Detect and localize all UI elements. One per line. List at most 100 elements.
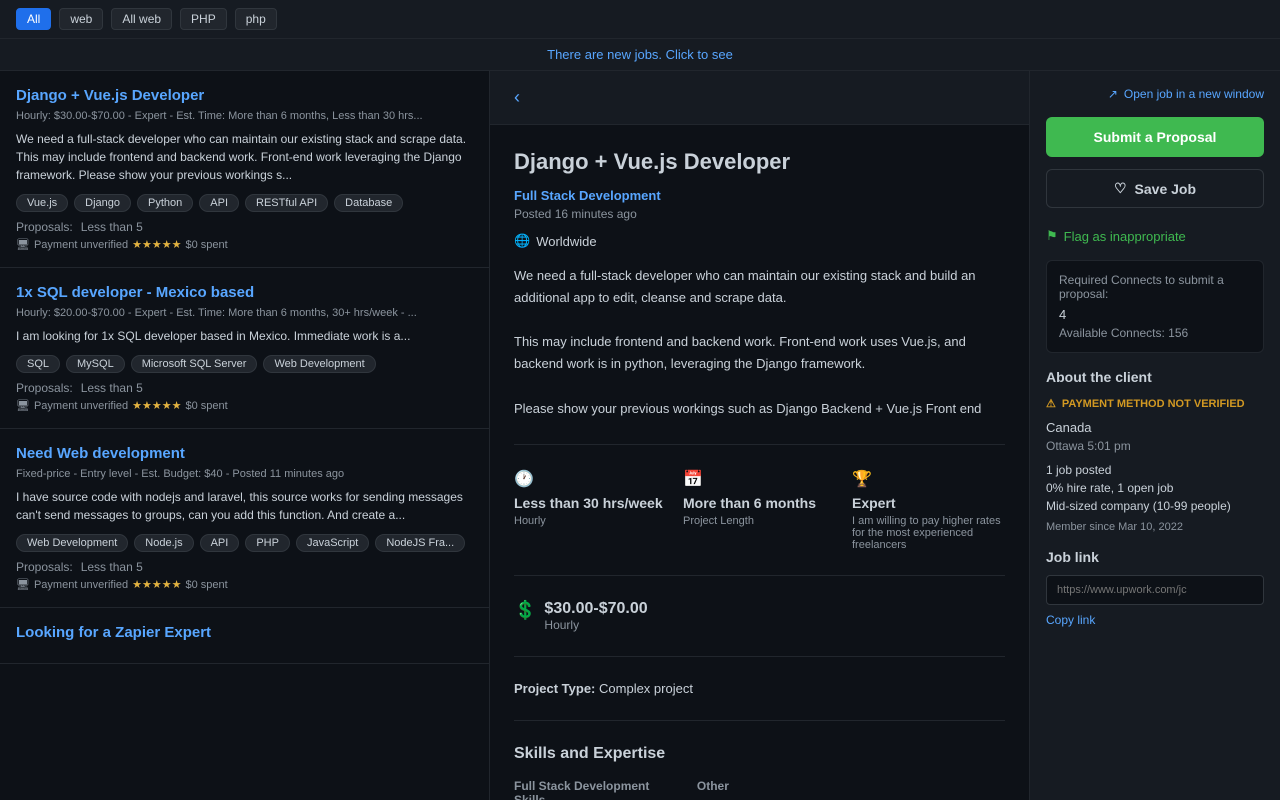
other-col-title: Other <box>697 779 1005 793</box>
job-card-1-desc: We need a full-stack developer who can m… <box>16 130 473 184</box>
payment-status-text: Payment unverified <box>34 239 128 251</box>
jobs-posted: 1 job posted <box>1046 463 1264 477</box>
proposals-value-3: Less than 5 <box>81 560 143 574</box>
connects-value: 4 <box>1059 307 1251 322</box>
amount-spent-2: $0 spent <box>185 400 227 412</box>
detail-header: ‹ <box>490 71 1029 125</box>
amount-spent-3: $0 spent <box>185 579 227 591</box>
other-skills: Other Django Python API RESTful API Data… <box>697 779 1005 800</box>
tag-mssql: Microsoft SQL Server <box>131 355 258 373</box>
client-country: Canada <box>1046 420 1264 435</box>
filter-tag-web[interactable]: web <box>59 8 103 30</box>
job-card-1-payment: 🖥 Payment unverified ★★★★★ $0 spent <box>16 238 473 251</box>
job-detail-title: Django + Vue.js Developer <box>514 149 1005 175</box>
warning-icon: ⚠ <box>1046 397 1056 410</box>
flag-icon: ⚑ <box>1046 228 1058 244</box>
detail-content: Django + Vue.js Developer Full Stack Dev… <box>490 125 1029 800</box>
tag-vuejs: Vue.js <box>16 194 68 212</box>
job-card-3[interactable]: Need Web development Fixed-price - Entry… <box>0 429 489 608</box>
rate-label: Hourly <box>544 618 647 632</box>
tag-api2: API <box>200 534 240 552</box>
proposals-label-2: Proposals: <box>16 381 73 395</box>
payment-badge: ⚠ PAYMENT METHOD NOT VERIFIED <box>1046 397 1264 410</box>
payment-status: PAYMENT METHOD NOT VERIFIED <box>1062 398 1245 410</box>
job-card-2-proposals: Proposals: Less than 5 <box>16 381 473 395</box>
connects-section: Required Connects to submit a proposal: … <box>1046 260 1264 353</box>
client-city-time: Ottawa 5:01 pm <box>1046 439 1264 453</box>
tag-django: Django <box>74 194 131 212</box>
tag-restful: RESTful API <box>245 194 328 212</box>
sidebar: ↗ Open job in a new window Submit a Prop… <box>1030 71 1280 800</box>
job-card-1-proposals: Proposals: Less than 5 <box>16 220 473 234</box>
skills-section: Skills and Expertise Full Stack Developm… <box>514 745 1005 800</box>
globe-icon: 🌐 <box>514 233 530 249</box>
main-layout: Django + Vue.js Developer Hourly: $30.00… <box>0 71 1280 800</box>
job-card-2-title: 1x SQL developer - Mexico based <box>16 284 473 301</box>
client-city: Ottawa <box>1046 439 1084 453</box>
notification-text: There are new jobs. Click to see <box>547 47 733 62</box>
filter-tag-php[interactable]: PHP <box>180 8 227 30</box>
job-link-section: Job link Copy link <box>1046 549 1264 627</box>
amount-spent: $0 spent <box>185 239 227 251</box>
job-card-1-title: Django + Vue.js Developer <box>16 87 473 104</box>
flag-link[interactable]: ⚑ Flag as inappropriate <box>1046 228 1264 244</box>
money-icon: 💲 <box>514 600 536 621</box>
job-card-4-title: Looking for a Zapier Expert <box>16 624 473 641</box>
proposals-label-3: Proposals: <box>16 560 73 574</box>
heart-icon: ♡ <box>1114 180 1127 197</box>
job-card-2-payment: 🖥 Payment unverified ★★★★★ $0 spent <box>16 399 473 412</box>
job-card-2-meta: Hourly: $20.00-$70.00 - Expert - Est. Ti… <box>16 307 473 319</box>
tag-python: Python <box>137 194 193 212</box>
level-label: I am willing to pay higher rates for the… <box>852 515 1005 551</box>
external-link-icon: ↗ <box>1108 87 1118 101</box>
posted-time: Posted 16 minutes ago <box>514 207 1005 221</box>
job-card-3-tags: Web Development Node.js API PHP JavaScri… <box>16 534 473 552</box>
job-card-1[interactable]: Django + Vue.js Developer Hourly: $30.00… <box>0 71 489 268</box>
duration-label: Project Length <box>683 515 836 527</box>
tag-php2: PHP <box>245 534 290 552</box>
job-card-1-tags: Vue.js Django Python API RESTful API Dat… <box>16 194 473 212</box>
job-card-2-tags: SQL MySQL Microsoft SQL Server Web Devel… <box>16 355 473 373</box>
job-card-2[interactable]: 1x SQL developer - Mexico based Hourly: … <box>0 268 489 429</box>
submit-proposal-button[interactable]: Submit a Proposal <box>1046 117 1264 157</box>
rating-stars-3: ★★★★★ <box>132 578 181 591</box>
job-detail-panel: ‹ Django + Vue.js Developer Full Stack D… <box>490 71 1030 800</box>
fullstack-skills: Full Stack Development Skills Vue.js <box>514 779 657 800</box>
job-link-title: Job link <box>1046 549 1264 565</box>
rating-stars-2: ★★★★★ <box>132 399 181 412</box>
job-card-4[interactable]: Looking for a Zapier Expert <box>0 608 489 664</box>
filter-bar: All web All web PHP php <box>0 0 1280 39</box>
skills-columns: Full Stack Development Skills Vue.js Oth… <box>514 779 1005 800</box>
open-job-text: Open job in a new window <box>1124 87 1264 101</box>
flag-text: Flag as inappropriate <box>1064 229 1186 244</box>
rate-value: $30.00-$70.00 <box>544 600 647 618</box>
save-job-button[interactable]: ♡ Save Job <box>1046 169 1264 208</box>
duration-value: More than 6 months <box>683 495 836 511</box>
tag-js: JavaScript <box>296 534 369 552</box>
credit-card-icon-3: 🖥 <box>16 578 30 591</box>
about-client-section: About the client ⚠ PAYMENT METHOD NOT VE… <box>1046 369 1264 533</box>
filter-tag-all[interactable]: All <box>16 8 51 30</box>
job-card-3-desc: I have source code with nodejs and larav… <box>16 488 473 524</box>
rate-info: $30.00-$70.00 Hourly <box>544 600 647 632</box>
project-type-label: Project Type: <box>514 681 595 696</box>
job-card-3-meta: Fixed-price - Entry level - Est. Budget:… <box>16 468 473 480</box>
tag-mysql: MySQL <box>66 355 125 373</box>
hours-label: Hourly <box>514 515 667 527</box>
notification-bar[interactable]: There are new jobs. Click to see <box>0 39 1280 71</box>
job-list: Django + Vue.js Developer Hourly: $30.00… <box>0 71 490 800</box>
job-link-input[interactable] <box>1046 575 1264 605</box>
filter-tag-allweb[interactable]: All web <box>111 8 172 30</box>
back-button[interactable]: ‹ <box>506 83 528 112</box>
credit-card-icon-2: 🖥 <box>16 399 30 412</box>
copy-link[interactable]: Copy link <box>1046 613 1264 627</box>
filter-tag-php2[interactable]: php <box>235 8 277 30</box>
member-since: Member since Mar 10, 2022 <box>1046 521 1264 533</box>
hours-value: Less than 30 hrs/week <box>514 495 667 511</box>
open-job-link[interactable]: ↗ Open job in a new window <box>1046 87 1264 101</box>
trophy-icon: 🏆 <box>852 469 1005 489</box>
client-time-value: 5:01 pm <box>1087 439 1130 453</box>
company-size: Mid-sized company (10-99 people) <box>1046 499 1264 513</box>
fullstack-col-title: Full Stack Development Skills <box>514 779 657 800</box>
tag-database: Database <box>334 194 403 212</box>
